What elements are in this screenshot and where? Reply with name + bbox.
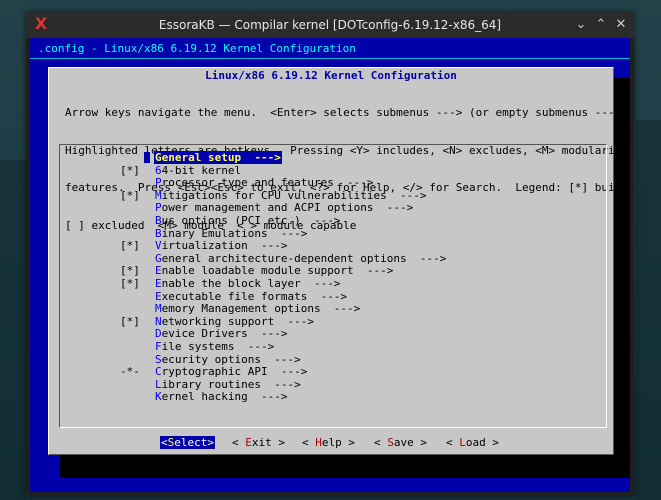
- menu-item-label: Security options --->: [155, 352, 301, 366]
- menuconfig-dialog: Linux/x86 6.19.12 Kernel Configuration A…: [48, 67, 630, 455]
- menu-hotkey: L: [155, 377, 162, 391]
- window-title: EssoraKB — Compilar kernel [DOTconfig-6.…: [158, 18, 502, 32]
- menu-item[interactable]: Memory Management options --->: [120, 302, 447, 316]
- menu-hotkey: B: [155, 226, 162, 240]
- save-button[interactable]: < Save >: [374, 436, 427, 449]
- menu-item-label: Bus options (PCI etc.) --->: [155, 213, 341, 227]
- button-hotkey: S: [387, 436, 394, 449]
- menu-item[interactable]: [*] Virtualization --->: [120, 239, 447, 253]
- menu-hotkey: B: [155, 213, 162, 227]
- button-hotkey: S: [167, 436, 175, 449]
- selection-cursor: [144, 152, 150, 163]
- button-hotkey: L: [459, 436, 466, 449]
- menu-item[interactable]: File systems --->: [120, 339, 447, 354]
- menu-item[interactable]: [*] Enable the block layer --->: [120, 276, 447, 291]
- menu-item-state: -*-: [120, 365, 140, 379]
- menu-hotkey: K: [155, 390, 162, 404]
- window-titlebar[interactable]: X EssoraKB — Compilar kernel [DOTconfig-…: [26, 12, 634, 38]
- maximize-icon[interactable]: ⌃: [592, 16, 610, 34]
- menu-item-label: Kernel hacking --->: [155, 390, 288, 404]
- menu-hotkey: E: [155, 289, 162, 303]
- menu-item[interactable]: General setup --->: [120, 151, 447, 165]
- exit-button[interactable]: < Exit >: [232, 436, 285, 449]
- menu-item-state: [*]: [120, 188, 140, 202]
- menu-item-label: File systems --->: [155, 339, 275, 353]
- button-hotkey: H: [315, 436, 322, 449]
- menu-item-label: General architecture-dependent options -…: [155, 251, 447, 265]
- menu-hotkey: N: [155, 314, 162, 328]
- menu-item-label: Memory Management options --->: [155, 302, 361, 316]
- background-tree: [0, 160, 26, 500]
- help-line: Arrow keys navigate the menu. <Enter> se…: [65, 106, 630, 119]
- menu-item-label: General setup --->: [154, 151, 282, 164]
- menu-hotkey: E: [155, 276, 162, 290]
- menu-item-label: Enable the block layer --->: [155, 276, 341, 290]
- menu-item[interactable]: Kernel hacking --->: [120, 390, 447, 404]
- menu-list: General setup ---> [*] 64-bit kernel Proces…: [120, 151, 447, 404]
- menu-hotkey: G: [155, 251, 162, 265]
- menu-item-label: Cryptographic API --->: [155, 365, 308, 379]
- header-divider: [30, 58, 630, 59]
- menu-hotkey: G: [155, 151, 162, 164]
- menu-item-label: Enable loadable module support --->: [155, 264, 394, 278]
- menu-item-state: [*]: [120, 314, 140, 328]
- menu-item-state: [*]: [120, 239, 140, 253]
- menu-hotkey: D: [155, 327, 162, 341]
- menu-item[interactable]: Processor type and features --->: [120, 176, 447, 190]
- close-icon[interactable]: ✕: [612, 16, 630, 34]
- menu-item[interactable]: -*- Cryptographic API --->: [120, 365, 447, 379]
- menu-item-label: Virtualization --->: [155, 239, 288, 253]
- terminal-window: X EssoraKB — Compilar kernel [DOTconfig-…: [26, 12, 634, 496]
- menu-hotkey: V: [155, 239, 162, 253]
- menu-item-state: [*]: [120, 163, 140, 177]
- menu-item-label: 64-bit kernel: [155, 163, 242, 177]
- menu-item-label: Networking support --->: [155, 314, 314, 328]
- menu-hotkey: M: [155, 188, 162, 202]
- menu-item-label: Binary Emulations --->: [155, 226, 308, 240]
- menu-list-box: General setup ---> [*] 64-bit kernel Proces…: [59, 144, 607, 428]
- menu-hotkey: M: [155, 302, 162, 316]
- minimize-icon[interactable]: ⌄: [572, 16, 590, 34]
- menu-hotkey: P: [155, 201, 162, 215]
- menu-item-label: Device Drivers --->: [155, 327, 288, 341]
- menu-item[interactable]: Bus options (PCI etc.) --->: [120, 213, 447, 228]
- button-hotkey: E: [245, 436, 252, 449]
- menu-hotkey: S: [155, 352, 162, 366]
- menu-item-state: [*]: [120, 276, 140, 290]
- menu-hotkey: 6: [155, 163, 162, 177]
- menu-hotkey: P: [155, 176, 162, 190]
- menu-hotkey: E: [155, 264, 162, 278]
- menu-item-label: Power management and ACPI options --->: [155, 201, 414, 215]
- dialog-title: Linux/x86 6.19.12 Kernel Configuration: [198, 69, 464, 82]
- select-button[interactable]: <Select>: [160, 436, 215, 449]
- menu-item-label: Library routines --->: [155, 377, 301, 391]
- menu-hotkey: C: [155, 365, 162, 379]
- config-header: .config - Linux/x86 6.19.12 Kernel Confi…: [38, 42, 356, 55]
- menu-item-label: Processor type and features --->: [155, 176, 374, 190]
- help-button[interactable]: < Help >: [302, 436, 355, 449]
- menu-item-label: Mitigations for CPU vulnerabilities --->: [155, 188, 427, 202]
- button-row: <Select> < Exit > < Help > < Save > < Load >: [49, 436, 613, 450]
- background-tree: [636, 120, 661, 500]
- menu-hotkey: F: [155, 339, 162, 353]
- menu-item-label: Executable file formats --->: [155, 289, 348, 303]
- terminal-screen[interactable]: .config - Linux/x86 6.19.12 Kernel Confi…: [30, 38, 630, 492]
- load-button[interactable]: < Load >: [446, 436, 499, 449]
